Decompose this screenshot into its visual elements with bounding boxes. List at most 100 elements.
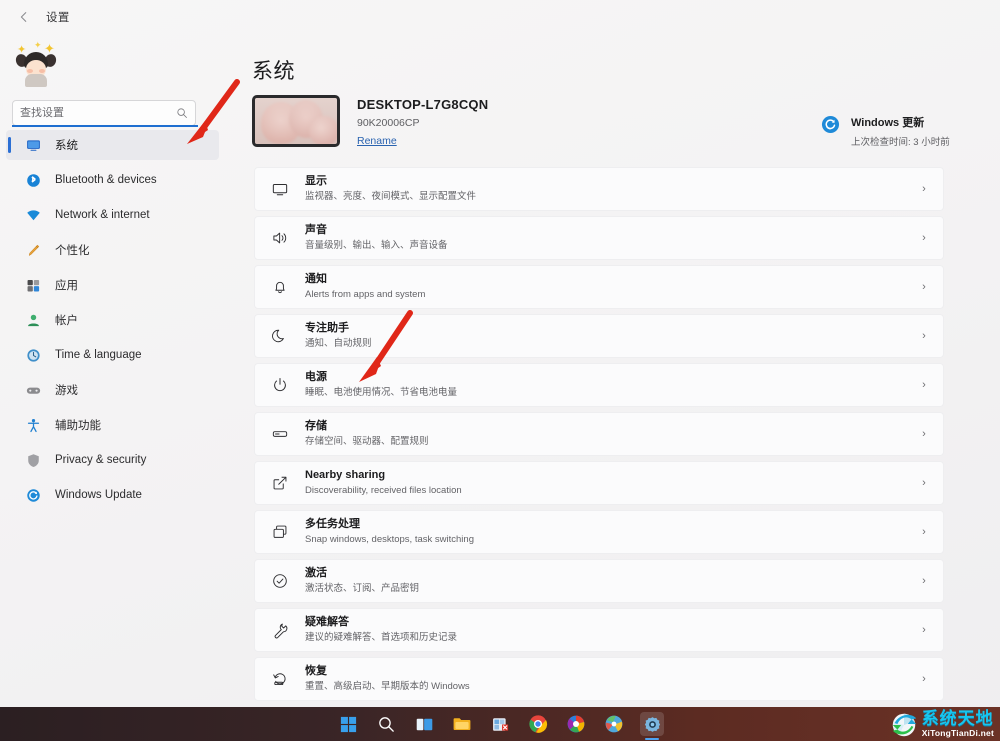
gamepad-icon [24,381,42,399]
sparkle-icon: ✦ [34,40,42,50]
settings-item-text: 疑难解答 建议的疑难解答、首选项和历史记录 [305,616,911,645]
settings-item-title: 多任务处理 [305,517,360,530]
window-title: 设置 [46,12,70,24]
shield-icon [24,451,42,469]
back-button[interactable] [11,4,37,30]
chevron-right-icon: › [922,673,926,685]
settings-item-notifications[interactable]: 通知 Alerts from apps and system › [254,265,944,309]
settings-item-text: 恢复 重置、高级启动、早期版本的 Windows [305,665,911,694]
search-box[interactable] [12,100,198,127]
microsoft-store-icon[interactable] [488,712,512,736]
settings-item-subtitle: 睡眠、电池使用情况、节省电池电量 [305,387,458,399]
settings-window: 设置 ✦ ✦ ✦ 查找设置 系统 Bluetooth & devices Net… [0,0,1000,741]
chevron-right-icon: › [922,575,926,587]
settings-item-title: 激活 [305,566,327,579]
paint-icon[interactable] [602,712,626,736]
settings-item-title: 存储 [305,419,327,432]
account-icon [24,311,42,329]
settings-item-focus-assist[interactable]: 专注助手 通知、自动规则 › [254,314,944,358]
avatar-cheek [39,69,45,73]
monitor-icon [24,136,42,154]
sidebar-item-personalization[interactable]: 个性化 [6,235,219,265]
windows-update-status[interactable]: Windows 更新 上次检查时间: 3 小时前 [821,114,950,148]
globe-arrow-logo [889,709,919,739]
search-input[interactable] [20,107,176,119]
settings-item-activation[interactable]: 激活 激活状态、订阅、产品密钥 › [254,559,944,603]
settings-item-text: 显示 监视器、亮度、夜间模式、显示配置文件 [305,175,911,204]
sidebar-item-bluetooth-devices[interactable]: Bluetooth & devices [6,165,219,195]
bluetooth-icon [24,171,42,189]
settings-item-multitasking[interactable]: 多任务处理 Snap windows, desktops, task switc… [254,510,944,554]
watermark-title: 系统天地 [921,709,994,729]
sidebar-item-time-language[interactable]: Time & language [6,340,219,370]
device-model: 90K20006CP [357,117,420,129]
settings-item-title: 显示 [305,174,327,187]
sidebar-item-label: 帐户 [55,315,78,327]
settings-item-power[interactable]: 电源 睡眠、电池使用情况、节省电池电量 › [254,363,944,407]
settings-item-subtitle: 存储空间、驱动器、配置规则 [305,436,429,448]
search-icon [176,107,188,119]
share-icon [269,472,291,494]
chevron-right-icon: › [922,281,926,293]
sidebar-item-system[interactable]: 系统 [6,130,219,160]
monitor-icon [269,178,291,200]
sidebar-nav: 系统 Bluetooth & devices Network & interne… [0,130,229,515]
multitask-icon [269,521,291,543]
sidebar-item-gaming[interactable]: 游戏 [6,375,219,405]
update-icon [24,486,42,504]
windows-update-title: Windows 更新 [851,117,925,129]
settings-item-subtitle: Discoverability, received files location [305,485,462,497]
settings-item-text: 多任务处理 Snap windows, desktops, task switc… [305,518,911,547]
sidebar-item-label: Privacy & security [55,454,147,466]
avatar[interactable]: ✦ ✦ ✦ [13,38,59,88]
sidebar-item-apps[interactable]: 应用 [6,270,219,300]
sidebar-item-label: Time & language [55,349,142,361]
task-view-icon[interactable] [412,712,436,736]
start-icon[interactable] [336,712,360,736]
avatar-cheek [27,69,33,73]
watermark-url: XiTongTianDi.net [921,728,994,739]
bell-icon [269,276,291,298]
sidebar-item-label: 系统 [55,140,78,152]
settings-list: 显示 监视器、亮度、夜间模式、显示配置文件 › 声音 音量级别、输出、输入、声音… [254,167,944,706]
windows-update-subtitle: 上次检查时间: 3 小时前 [851,137,950,148]
settings-item-storage[interactable]: 存储 存储空间、驱动器、配置规则 › [254,412,944,456]
chevron-right-icon: › [922,477,926,489]
settings-item-title: 声音 [305,223,327,236]
settings-item-nearby-sharing[interactable]: Nearby sharing Discoverability, received… [254,461,944,505]
chevron-right-icon: › [922,428,926,440]
settings-item-sound[interactable]: 声音 音量级别、输出、输入、声音设备 › [254,216,944,260]
sidebar-item-accessibility[interactable]: 辅助功能 [6,410,219,440]
file-explorer-icon[interactable] [450,712,474,736]
power-icon [269,374,291,396]
sidebar-item-privacy-security[interactable]: Privacy & security [6,445,219,475]
page-title: 系统 [252,60,295,83]
chevron-right-icon: › [922,183,926,195]
settings-item-title: 电源 [305,370,327,383]
settings-item-text: 声音 音量级别、输出、输入、声音设备 [305,224,911,253]
sidebar-item-accounts[interactable]: 帐户 [6,305,219,335]
chrome-icon[interactable] [526,712,550,736]
apps-icon [24,276,42,294]
settings-item-text: 电源 睡眠、电池使用情况、节省电池电量 [305,371,911,400]
settings-item-troubleshoot[interactable]: 疑难解答 建议的疑难解答、首选项和历史记录 › [254,608,944,652]
device-name: DESKTOP-L7G8CQN [357,97,489,112]
chevron-right-icon: › [922,379,926,391]
wallpaper-overlay [255,98,337,144]
settings-item-recovery[interactable]: 恢复 重置、高级启动、早期版本的 Windows › [254,657,944,701]
search-icon[interactable] [374,712,398,736]
rename-link[interactable]: Rename [357,135,397,147]
settings-item-text: 激活 激活状态、订阅、产品密钥 [305,567,911,596]
sidebar-item-label: 个性化 [55,245,90,257]
settings-item-display[interactable]: 显示 监视器、亮度、夜间模式、显示配置文件 › [254,167,944,211]
sidebar-item-label: 辅助功能 [55,420,101,432]
taskbar: 系统天地 XiTongTianDi.net [0,707,1000,741]
settings-item-text: 通知 Alerts from apps and system [305,273,911,302]
sidebar-item-network-internet[interactable]: Network & internet [6,200,219,230]
settings-icon[interactable] [640,712,664,740]
windows-update-text: Windows 更新 上次检查时间: 3 小时前 [851,114,950,148]
settings-item-subtitle: 重置、高级启动、早期版本的 Windows [305,681,470,693]
settings-item-subtitle: 通知、自动规则 [305,338,372,350]
sidebar-item-windows-update[interactable]: Windows Update [6,480,219,510]
browser-icon[interactable] [564,712,588,736]
